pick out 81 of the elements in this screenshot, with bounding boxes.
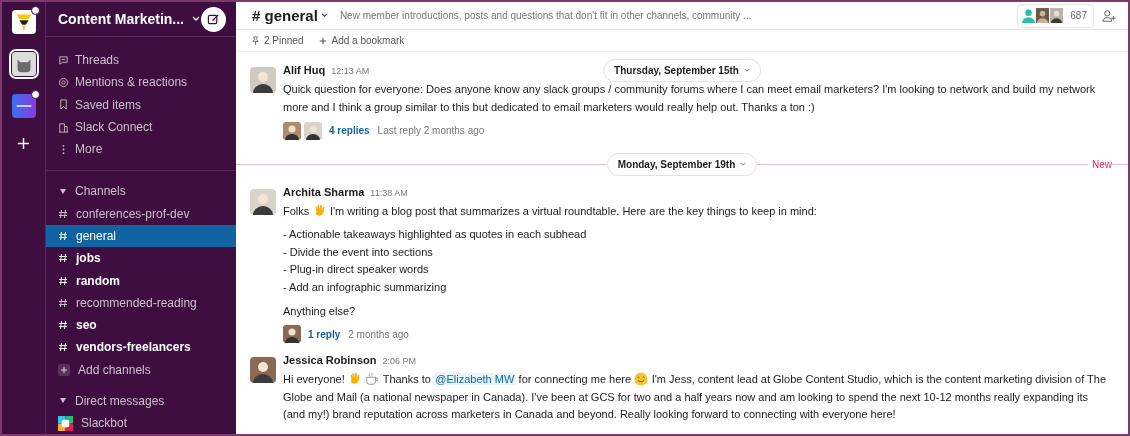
channel-item[interactable]: jobs — [46, 247, 236, 270]
channel-item[interactable]: general — [46, 224, 236, 248]
author-name[interactable]: Archita Sharma — [283, 185, 365, 198]
message-text: Hi everyone! Thanks to @Elizabeth MW for connecting me here I'm Jess, content lead at Globe Content Studio, which is the content marketing division of The Globe and Mail (a national newspaper in Canada). I've been at GCS for two and a half years now and am looking to spend the next 10-12 months really expanding its (and my!) brand reputation across marketers in Canada and beyond. Really looking forward to connecting with everyone here! — [283, 371, 1108, 423]
add-person-icon[interactable] — [1102, 8, 1116, 23]
hash-icon — [58, 342, 68, 353]
channel-item[interactable]: vendors-freelancers — [46, 336, 236, 359]
nav-item[interactable]: Mentions & reactions — [46, 71, 236, 94]
dm-item[interactable]: Slackbot — [46, 411, 236, 434]
list-item: - Actionable takeaways highlighted as quotes in each subhead — [283, 227, 588, 243]
replies-link[interactable]: 4 replies — [329, 125, 370, 137]
chevron-down-icon — [743, 68, 750, 74]
chevron-down-icon — [740, 161, 747, 167]
date-pill[interactable]: Thursday, September 15th — [603, 59, 761, 83]
compose-button[interactable] — [201, 6, 226, 32]
chevron-down-icon[interactable] — [320, 13, 328, 19]
timestamp[interactable]: 12:13 AM — [331, 66, 370, 77]
avatar-icon — [1036, 8, 1050, 24]
avatar-icon — [283, 325, 301, 344]
coffee-cup-icon — [365, 372, 380, 387]
funnel-logo-icon — [11, 10, 36, 34]
nav-item[interactable]: More — [46, 138, 236, 161]
section-header[interactable]: Channels — [46, 180, 236, 203]
nav-item[interactable]: Slack Connect — [46, 115, 236, 139]
list-item: - Plug-in direct speaker words — [283, 262, 430, 278]
new-label: New — [1088, 158, 1112, 170]
author-name[interactable]: Alif Huq — [283, 64, 326, 77]
message-text: Anything else? — [283, 303, 357, 319]
hash-icon — [58, 275, 68, 286]
compose-icon — [207, 12, 220, 26]
last-reply-text: 2 months ago — [348, 328, 409, 340]
channel-item[interactable]: conferences-prof-dev — [46, 202, 236, 225]
mention-link[interactable]: @Elizabeth MW — [434, 373, 516, 386]
replies-link[interactable]: 1 reply — [308, 328, 341, 340]
add-channels-item[interactable]: Add channels — [46, 358, 236, 381]
message-text: Folks I'm writing a blog post that summarizes a virtual roundtable. Here are the key things to keep in mind: — [283, 202, 818, 220]
channel-item[interactable]: recommended-reading — [46, 291, 236, 314]
avatar-icon[interactable] — [250, 357, 276, 384]
avatar-icon[interactable] — [250, 188, 276, 215]
members-button[interactable]: 687 — [1017, 3, 1094, 28]
plus-icon — [58, 363, 70, 376]
channel-title[interactable]: # general — [252, 7, 318, 25]
list-item: - Divide the event into sections — [283, 244, 434, 260]
channel-item[interactable]: random — [46, 269, 236, 292]
hash-icon — [58, 297, 68, 308]
timestamp[interactable]: 11:38 AM — [370, 187, 408, 198]
nav-item[interactable]: Saved items — [46, 93, 236, 116]
hash-icon — [58, 253, 68, 264]
add-workspace-icon[interactable] — [17, 137, 30, 150]
nav-item[interactable]: Threads — [46, 49, 236, 72]
at-sign-icon — [58, 76, 69, 88]
cat-icon — [11, 52, 36, 76]
threads-icon — [58, 54, 69, 66]
person-icon — [1022, 8, 1036, 24]
channel-topic: New member introductions, posts and questions that don't fit in other channels, community ... — [339, 10, 752, 22]
hash-icon — [58, 320, 68, 331]
author-name[interactable]: Jessica Robinson — [283, 354, 377, 367]
timestamp[interactable]: 2:06 PM — [382, 356, 417, 367]
bookmark-icon — [58, 99, 69, 111]
hash-icon — [58, 208, 68, 219]
avatar-icon[interactable] — [250, 67, 276, 94]
workspace-logo-icon — [11, 94, 36, 118]
building-icon — [58, 121, 69, 133]
date-pill[interactable]: Monday, September 19th — [606, 152, 758, 176]
section-header[interactable]: Direct messages — [46, 389, 236, 412]
last-reply-text: Last reply 2 months ago — [377, 125, 485, 137]
pin-icon — [251, 36, 260, 46]
avatar-icon — [1050, 8, 1064, 24]
pinned-button[interactable]: 2 Pinned — [251, 35, 304, 47]
avatar-icon — [283, 121, 301, 140]
channel-item[interactable]: seo — [46, 313, 236, 337]
bot-avatar-icon — [58, 415, 73, 431]
list-item: - Add an infographic summarizing — [283, 280, 448, 296]
hash-icon — [58, 230, 68, 241]
plus-icon — [319, 36, 328, 45]
smiley-icon — [634, 372, 649, 387]
workspace-button[interactable] — [8, 49, 39, 79]
avatar-icon — [304, 121, 322, 140]
add-bookmark-button[interactable]: Add a bookmark — [319, 35, 405, 47]
workspace-name[interactable]: Content Marketin... — [58, 11, 184, 27]
message-text: Quick question for everyone: Does anyone know any slack groups / community forums where I can meet email marketers? I'm looking to network and build my network more and I think a group similar to this but dedicated to email marketers would really help out. Thanks a ton :) — [283, 82, 1097, 116]
